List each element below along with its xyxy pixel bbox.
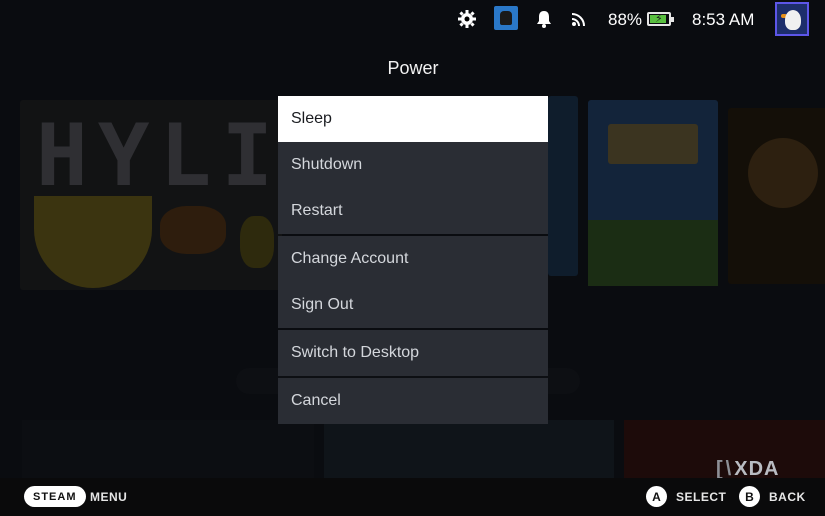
game-card: [548, 96, 578, 276]
shutdown-button[interactable]: Shutdown: [278, 142, 548, 188]
app-icon[interactable]: [494, 6, 518, 30]
cancel-button[interactable]: Cancel: [278, 378, 548, 424]
change-account-button[interactable]: Change Account: [278, 236, 548, 282]
cast-icon[interactable]: [570, 0, 588, 38]
battery-charging-icon: ⚡: [647, 12, 674, 26]
game-card: [728, 108, 825, 284]
back-label: BACK: [769, 490, 806, 504]
bolt-icon: ⚡: [655, 13, 663, 25]
battery-percent: 88%: [608, 10, 643, 29]
bell-icon[interactable]: [535, 0, 553, 38]
status-bar: 88% ⚡ 8:53 AM: [0, 0, 825, 38]
steam-button[interactable]: STEAM: [24, 486, 86, 507]
restart-button[interactable]: Restart: [278, 188, 548, 234]
bottom-bar: STEAM MENU A SELECT B BACK: [0, 478, 825, 516]
gear-icon[interactable]: [456, 0, 478, 38]
select-label: SELECT: [676, 490, 727, 504]
sleep-button[interactable]: Sleep: [278, 96, 548, 142]
switch-to-desktop-button[interactable]: Switch to Desktop: [278, 330, 548, 376]
menu-label: MENU: [90, 490, 128, 504]
power-menu-title: Power: [387, 58, 439, 78]
game-card-art: [240, 216, 274, 268]
a-button-icon[interactable]: A: [646, 486, 667, 507]
clock: 8:53 AM: [692, 10, 755, 29]
avatar[interactable]: [775, 2, 809, 36]
power-menu: Sleep Shutdown Restart Change Account Si…: [278, 96, 548, 424]
shelf-card: [324, 420, 614, 482]
b-button-icon[interactable]: B: [739, 486, 760, 507]
shelf-card: [22, 420, 314, 482]
game-card-art: [160, 206, 226, 254]
game-card-art: HYLI: [36, 106, 284, 206]
sign-out-button[interactable]: Sign Out: [278, 282, 548, 328]
game-card: [588, 100, 718, 286]
